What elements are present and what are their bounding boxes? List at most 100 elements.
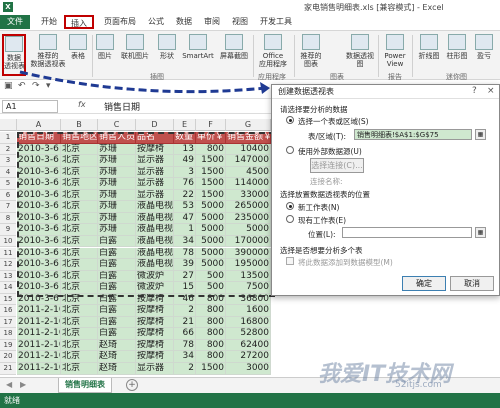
- cell-b8[interactable]: 北京: [61, 212, 98, 225]
- cell-f10[interactable]: 5000: [196, 235, 226, 248]
- redo-icon[interactable]: ↷: [32, 81, 40, 91]
- cell-e11[interactable]: 78: [174, 247, 196, 260]
- cell-b14[interactable]: 北京: [61, 282, 98, 294]
- cell-b12[interactable]: 北京: [61, 259, 98, 271]
- cell-f15[interactable]: 800: [196, 293, 226, 306]
- cell-g4[interactable]: 4500: [226, 166, 271, 179]
- location-input[interactable]: [342, 227, 472, 238]
- table-header-cell[interactable]: 销售人员: [98, 132, 136, 144]
- cell-g2[interactable]: 10400: [226, 143, 271, 156]
- cell-c14[interactable]: 白露: [98, 282, 136, 294]
- cell-e4[interactable]: 3: [174, 166, 196, 179]
- row-header-12[interactable]: 12: [0, 259, 16, 271]
- row-header-9[interactable]: 9: [0, 224, 16, 236]
- cell-c18[interactable]: 白露: [98, 328, 136, 340]
- cell-e16[interactable]: 2: [174, 305, 196, 317]
- tab-page-layout[interactable]: 页面布局: [100, 15, 140, 29]
- cell-d5[interactable]: 显示器: [136, 178, 174, 190]
- cell-c2[interactable]: 苏珊: [98, 143, 136, 156]
- row-header-17[interactable]: 17: [0, 316, 16, 329]
- cell-f5[interactable]: 1500: [196, 178, 226, 190]
- fx-icon[interactable]: fx: [78, 100, 86, 109]
- cell-a9[interactable]: 2010-3-6: [17, 224, 61, 236]
- radio-external[interactable]: [286, 146, 294, 154]
- cell-g9[interactable]: 5000: [226, 224, 271, 236]
- help-icon[interactable]: ?: [472, 86, 477, 96]
- row-header-8[interactable]: 8: [0, 212, 16, 225]
- cell-b3[interactable]: 北京: [61, 155, 98, 167]
- row-header-6[interactable]: 6: [0, 189, 16, 202]
- sparkline-winloss-button[interactable]: 盈亏: [472, 34, 496, 60]
- column-header-d[interactable]: D: [136, 119, 174, 131]
- cell-b7[interactable]: 北京: [61, 201, 98, 213]
- cell-g14[interactable]: 7500: [226, 282, 271, 294]
- tab-formulas[interactable]: 公式: [144, 15, 168, 29]
- cell-e8[interactable]: 47: [174, 212, 196, 225]
- cell-g3[interactable]: 147000: [226, 155, 271, 167]
- cell-c10[interactable]: 白露: [98, 235, 136, 248]
- cell-f8[interactable]: 5000: [196, 212, 226, 225]
- cell-b11[interactable]: 北京: [61, 247, 98, 260]
- cell-d3[interactable]: 显示器: [136, 155, 174, 167]
- cell-b16[interactable]: 北京: [61, 305, 98, 317]
- cell-d19[interactable]: 按摩椅: [136, 339, 174, 352]
- cell-e5[interactable]: 76: [174, 178, 196, 190]
- column-header-f[interactable]: F: [196, 119, 226, 131]
- cell-e19[interactable]: 78: [174, 339, 196, 352]
- radio-external-label[interactable]: 使用外部数据源(U): [298, 146, 362, 157]
- cell-e10[interactable]: 34: [174, 235, 196, 248]
- cell-d12[interactable]: 液晶电视: [136, 259, 174, 271]
- row-header-11[interactable]: 11: [0, 247, 16, 260]
- cell-f19[interactable]: 800: [196, 339, 226, 352]
- cell-c9[interactable]: 苏珊: [98, 224, 136, 236]
- sheet-prev-icon[interactable]: ◀: [6, 380, 12, 389]
- row-header-10[interactable]: 10: [0, 235, 16, 248]
- pivot-table-button[interactable]: 数据 透视表: [2, 34, 26, 76]
- cell-c7[interactable]: 苏珊: [98, 201, 136, 213]
- sparkline-column-button[interactable]: 柱形图: [444, 34, 470, 60]
- cell-c4[interactable]: 苏珊: [98, 166, 136, 179]
- cell-g13[interactable]: 13500: [226, 270, 271, 283]
- formula-input[interactable]: 销售日期: [104, 100, 140, 113]
- cell-e20[interactable]: 34: [174, 351, 196, 363]
- table-header-cell[interactable]: 销售地区: [61, 132, 98, 144]
- tab-home[interactable]: 开始: [36, 15, 62, 29]
- cell-f6[interactable]: 1500: [196, 189, 226, 202]
- cell-f3[interactable]: 1500: [196, 155, 226, 167]
- cell-e18[interactable]: 66: [174, 328, 196, 340]
- row-header-14[interactable]: 14: [0, 282, 16, 294]
- row-header-21[interactable]: 21: [0, 363, 16, 375]
- pivot-chart-button[interactable]: 数据透视图: [344, 34, 376, 68]
- office-apps-button[interactable]: Office 应用程序: [256, 34, 290, 68]
- column-header-a[interactable]: A: [17, 119, 61, 131]
- close-icon[interactable]: ×: [487, 86, 495, 96]
- tab-data[interactable]: 数据: [172, 15, 196, 29]
- row-header-4[interactable]: 4: [0, 166, 16, 179]
- online-picture-button[interactable]: 联机图片: [118, 34, 152, 60]
- cell-e21[interactable]: 2: [174, 363, 196, 375]
- cell-d10[interactable]: 液晶电视: [136, 235, 174, 248]
- column-header-g[interactable]: G: [226, 119, 271, 131]
- cell-f18[interactable]: 800: [196, 328, 226, 340]
- row-header-7[interactable]: 7: [0, 201, 16, 213]
- shapes-button[interactable]: 形状: [155, 34, 179, 60]
- select-all-corner[interactable]: [0, 119, 17, 131]
- screenshot-button[interactable]: 屏幕截图: [217, 34, 251, 60]
- cell-d11[interactable]: 液晶电视: [136, 247, 174, 260]
- cell-a5[interactable]: 2010-3-6: [17, 178, 61, 190]
- column-header-b[interactable]: B: [61, 119, 98, 131]
- cell-a6[interactable]: 2010-3-6: [17, 189, 61, 202]
- cell-d9[interactable]: 液晶电视: [136, 224, 174, 236]
- tab-file[interactable]: 文件: [0, 15, 30, 29]
- save-icon[interactable]: ▣: [4, 81, 13, 91]
- cell-d17[interactable]: 按摩椅: [136, 316, 174, 329]
- column-header-e[interactable]: E: [174, 119, 196, 131]
- cell-b19[interactable]: 北京: [61, 339, 98, 352]
- cell-b17[interactable]: 北京: [61, 316, 98, 329]
- table-header-cell[interactable]: 销售金额￥: [226, 132, 271, 144]
- row-header-1[interactable]: 1: [0, 132, 16, 144]
- cell-e9[interactable]: 1: [174, 224, 196, 236]
- cell-g6[interactable]: 33000: [226, 189, 271, 202]
- cancel-button[interactable]: 取消: [450, 276, 494, 291]
- cell-d21[interactable]: 显示器: [136, 363, 174, 375]
